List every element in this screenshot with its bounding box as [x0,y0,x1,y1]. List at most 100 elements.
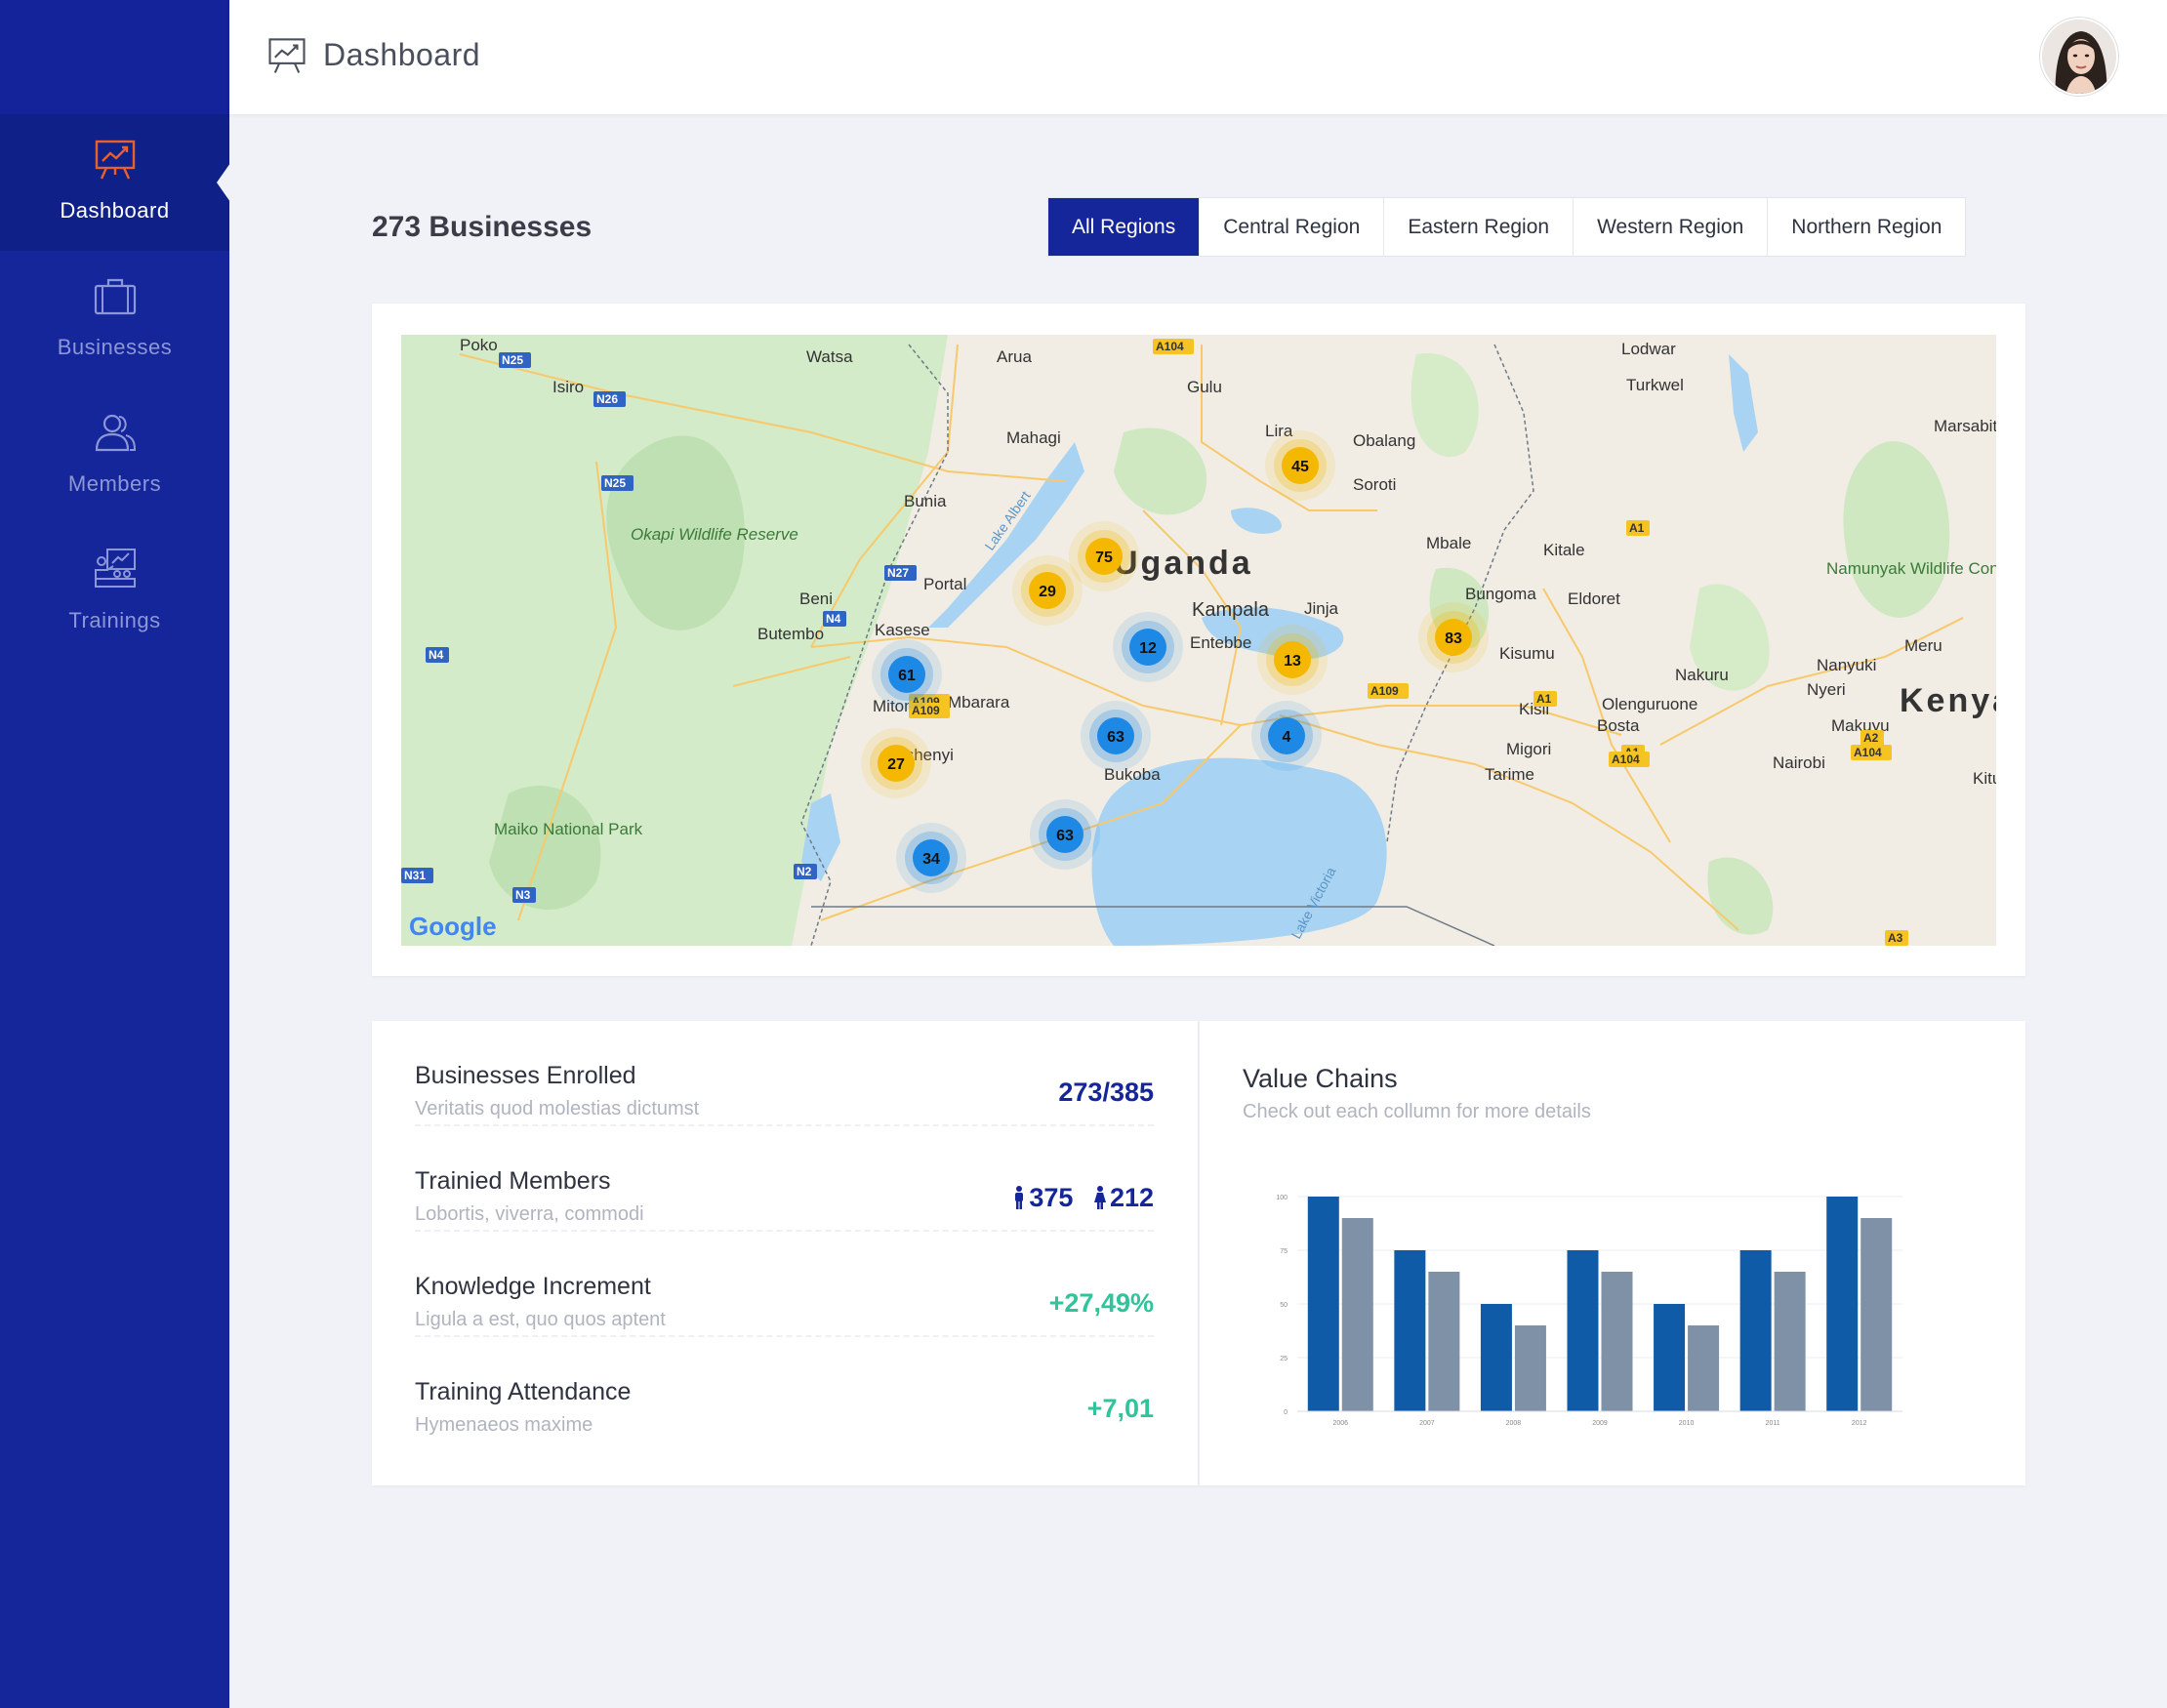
map-city-turkwel: Turkwel [1626,376,1684,394]
svg-text:N27: N27 [887,566,909,580]
bar-2007-series-2[interactable] [1428,1272,1460,1411]
map-road-n2: N2 [794,864,817,879]
tab-all-regions[interactable]: All Regions [1048,198,1200,256]
bar-2012-series-1[interactable] [1826,1197,1859,1411]
tab-western-region[interactable]: Western Region [1573,198,1767,256]
map-city-kisumu: Kisumu [1499,644,1555,663]
tab-eastern-region[interactable]: Eastern Region [1383,198,1573,256]
male-icon [1015,1186,1024,1209]
stat-value: 273/385 [1058,1078,1154,1107]
x-tick-label: 2010 [1679,1420,1695,1427]
bar-2008-series-2[interactable] [1514,1325,1546,1411]
x-tick-label: 2011 [1766,1420,1780,1427]
page-title: Dashboard [323,37,481,72]
presentation-chart-icon [268,38,306,73]
bar-2011-series-1[interactable] [1739,1250,1772,1411]
map-city-isiro: Isiro [552,378,584,396]
bar-2010-series-2[interactable] [1688,1325,1720,1411]
cluster-count: 13 [1284,653,1301,670]
y-tick-label: 0 [1284,1409,1288,1416]
svg-text:N3: N3 [515,888,531,902]
svg-text:N4: N4 [429,648,444,662]
map-cluster-kamuli[interactable]: 13 [1257,625,1328,695]
stat-subtitle: Ligula a est, quo quos aptent [415,1309,666,1330]
map-road-n25: N25 [499,352,531,368]
stat-businesses-enrolled: Businesses Enrolled Veritatis quod moles… [415,1021,1154,1126]
map-road-n27: N27 [884,565,917,581]
sidebar-item-label: Dashboard [60,198,170,223]
map-cluster-nakasongola[interactable]: 12 [1113,612,1183,682]
cluster-count: 12 [1139,640,1157,657]
stat-title: Training Attendance [415,1378,632,1405]
map-city-kampala: Kampala [1192,599,1270,621]
bar-2010-series-1[interactable] [1654,1304,1686,1411]
map-cluster-fortportal[interactable]: 61 [872,639,942,710]
x-tick-label: 2012 [1852,1420,1867,1427]
map-city-mahagi: Mahagi [1006,428,1061,447]
map-city-beni: Beni [799,590,833,608]
sidebar-item-label: Trainings [68,608,161,632]
map-city-kitui: Kitui [1973,769,1996,788]
map-road-a1: A1 [1533,691,1557,707]
female-icon [1093,1186,1106,1209]
y-tick-label: 50 [1280,1302,1288,1309]
user-avatar[interactable] [2040,18,2118,96]
value-chains-chart[interactable]: 0 25 50 75 100 2006 2007 2008 2009 2010 2011 2012 [1258,1177,1922,1441]
bar-2006-series-1[interactable] [1307,1197,1339,1411]
bar-2012-series-2[interactable] [1860,1218,1893,1411]
map-road-a109: A109 [1368,683,1409,699]
map-city-entebbe: Entebbe [1190,633,1251,652]
cluster-count: 75 [1095,549,1113,566]
map-road-n31: N31 [401,868,433,883]
region-tabs: All Regions Central Region Eastern Regio… [1047,197,1967,257]
bar-2008-series-1[interactable] [1480,1304,1512,1411]
map-cluster-lira[interactable]: 45 [1265,430,1335,501]
map-cluster-mbale[interactable]: 83 [1418,602,1489,672]
map-road-n26: N26 [593,391,626,407]
cluster-count: 45 [1291,459,1309,475]
map-city-poko: Poko [460,336,498,354]
chart-title: Value Chains [1243,1064,1398,1093]
bar-2007-series-1[interactable] [1394,1250,1426,1411]
y-tick-label: 75 [1280,1248,1288,1255]
map-city-kitale: Kitale [1543,541,1585,559]
map-cluster-mukono[interactable]: 4 [1251,701,1322,771]
map-cluster-kasese[interactable]: 27 [861,728,931,798]
map-city-gulu: Gulu [1187,378,1222,396]
tab-northern-region[interactable]: Northern Region [1767,198,1965,256]
map-road-a104: A104 [1609,752,1650,767]
map-cluster-masaka[interactable]: 63 [1030,799,1100,870]
sidebar-item-businesses[interactable]: Businesses [0,251,229,387]
bar-2009-series-1[interactable] [1567,1250,1599,1411]
map-label-okapi: Okapi Wildlife Reserve [631,525,798,544]
sidebar-item-trainings[interactable]: Trainings [0,524,229,661]
map-city-meru: Meru [1904,636,1942,655]
bar-2011-series-2[interactable] [1774,1272,1806,1411]
svg-text:A1: A1 [1536,692,1552,706]
map-city-tarime: Tarime [1485,765,1534,784]
map-road-n3: N3 [512,887,536,903]
x-tick-label: 2006 [1332,1420,1348,1427]
business-map[interactable]: Uganda Kenya Okapi Wildlife Reserve Maik… [401,335,1996,946]
svg-text:A104: A104 [1612,752,1640,766]
svg-text:A109: A109 [1370,684,1399,698]
sidebar-item-members[interactable]: Members [0,387,229,524]
sidebar-item-dashboard[interactable]: Dashboard [0,114,230,251]
map-cluster-hoima[interactable]: 29 [1012,555,1083,626]
map-city-butembo: Butembo [757,625,824,643]
svg-text:N31: N31 [404,869,426,882]
google-logo: Google [409,912,497,941]
map-city-obalang: Obalang [1353,431,1415,450]
bar-2009-series-2[interactable] [1601,1272,1633,1411]
map-cluster-mubende[interactable]: 63 [1081,701,1151,771]
map-city-bungoma: Bungoma [1465,585,1536,603]
tab-central-region[interactable]: Central Region [1199,198,1383,256]
stat-subtitle: Lobortis, viverra, commodi [415,1203,644,1225]
bar-2006-series-2[interactable] [1341,1218,1373,1411]
map-cluster-mitoma[interactable]: 34 [896,823,966,893]
svg-text:A104: A104 [1156,340,1184,353]
training-board-icon [95,549,136,588]
top-header: Dashboard [229,0,2167,114]
svg-text:N2: N2 [797,865,812,878]
map-city-migori: Migori [1506,740,1551,758]
